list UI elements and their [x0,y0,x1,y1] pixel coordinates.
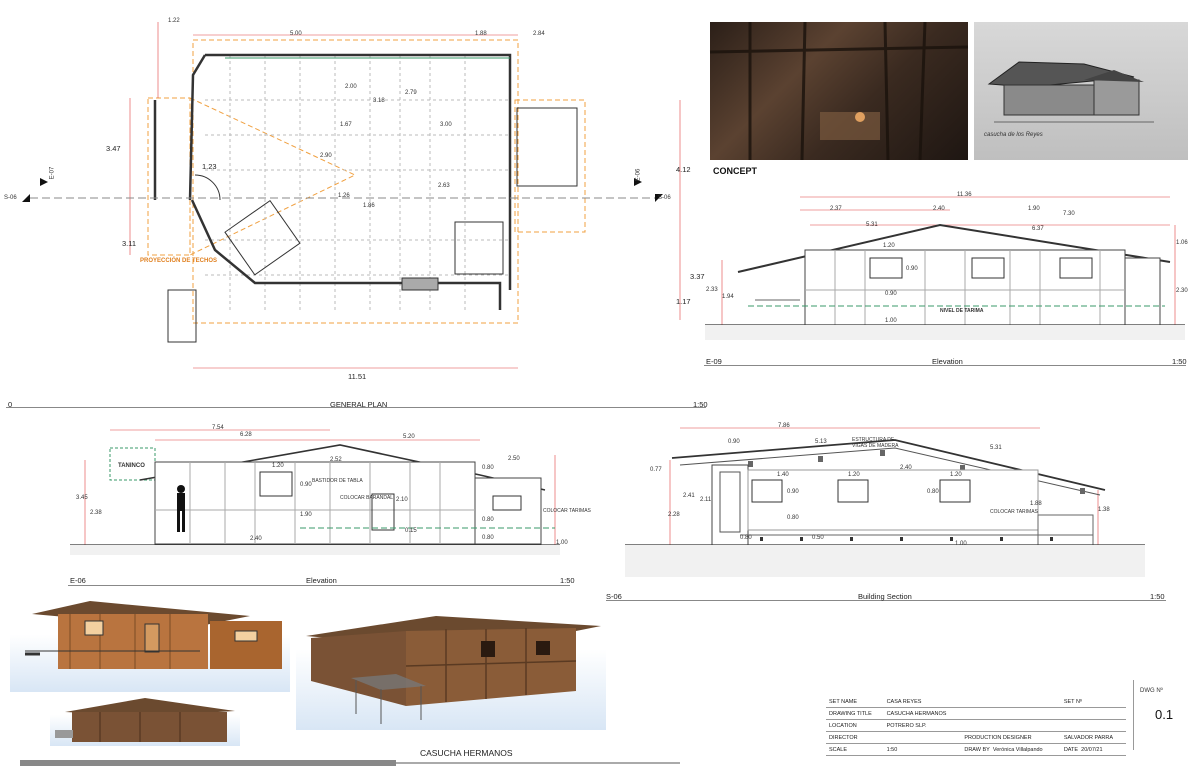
render-perspective-view [296,596,606,730]
s06-dim-t: 5.31 [990,445,1002,451]
director-label: DIRECTOR [826,731,884,744]
s06-code: S-06 [606,592,622,601]
s06-dim-o: 1.88 [1030,501,1042,507]
production-designer-value: SALVADOR PARRA [1060,731,1126,744]
set-name-value: CASA REYES [883,696,962,708]
render-front-view [10,596,290,692]
s06-dim-b: 0.90 [728,439,740,445]
s06-dim-j: 2.40 [900,465,912,471]
s06-dim-r: 0.50 [812,535,824,541]
drawing-title-value: CASUCHA HERMANOS [883,707,962,720]
s06-dim-m: 0.80 [787,515,799,521]
s06-dim-i: 1.20 [848,472,860,478]
s06-dim-c: 5.13 [815,439,827,445]
scale-value: 1:50 [883,743,962,756]
title-block-divider [1133,680,1134,750]
s06-dim-f: 2.11 [700,497,712,503]
s06-dim-q: 0.80 [740,535,752,541]
s06-dim-l: 0.90 [787,489,799,495]
dwg-label: DWG Nº [1140,688,1163,694]
location-label: LOCATION [826,719,884,732]
title-block-table: SET NAME CASA REYES SET Nº DRAWING TITLE… [826,696,1126,756]
drawing-title-label: DRAWING TITLE [826,707,884,720]
caption-bar-light [396,762,680,764]
date-value: 20/07/21 [1081,746,1103,753]
s06-dim-s: 1.00 [955,541,967,547]
render-back-model [55,698,235,742]
s06-dim-e: 2.41 [683,493,695,499]
s06-dim-g: 2.28 [668,512,680,518]
s06-dim-p: 1.38 [1098,507,1110,513]
set-name-label: SET NAME [826,696,884,708]
caption-bar-dark [20,760,396,766]
production-designer-label: PRODUCTION DESIGNER [961,731,1061,744]
set-no-label: SET Nº [1060,696,1126,708]
dwg-number: 0.1 [1155,707,1174,722]
render-front-model [25,601,282,669]
s06-title: Building Section [858,592,912,601]
location-value: POTRERO SLP. [883,719,962,732]
date-label: DATE [1063,746,1079,753]
render-perspective-model [306,616,601,724]
s06-dim-k: 1.20 [950,472,962,478]
s06-note-platform: COLOCAR TARIMAS [990,509,1038,515]
s06-note-beams: ESTRUCTURA DE VIGAS DE MADERA [852,437,899,449]
render-back-view [50,694,240,746]
drawn-by-value: Verónica Villalpando [992,746,1043,753]
s06-scale: 1:50 [1150,592,1165,601]
renders-caption: CASUCHA HERMANOS [420,748,513,758]
scale-label: SCALE [826,743,884,756]
drawn-by-label: DRAW BY [964,746,990,753]
s06-dim-h: 1.40 [777,472,789,478]
s06-dim-a: 7.86 [778,423,790,429]
s06-dim-d: 0.77 [650,467,662,473]
s06-dim-n: 0.80 [927,489,939,495]
